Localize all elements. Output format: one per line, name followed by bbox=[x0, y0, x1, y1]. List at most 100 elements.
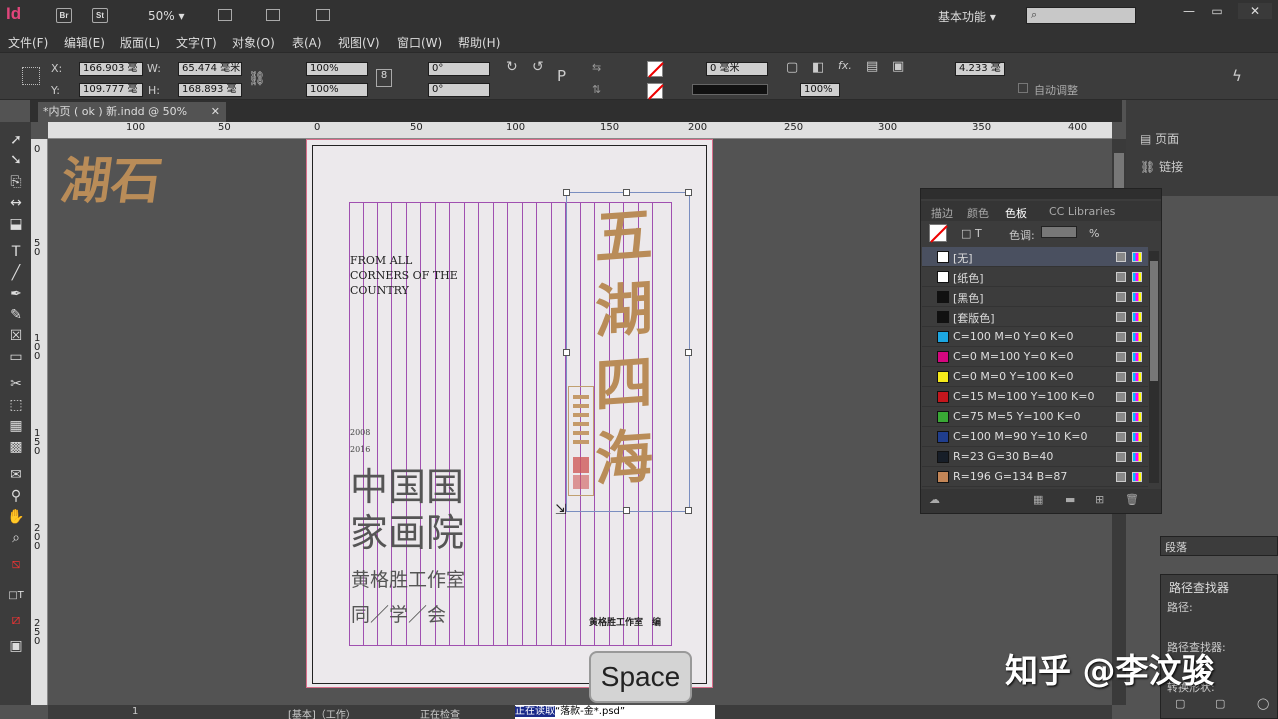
resize-handle[interactable] bbox=[563, 349, 570, 356]
swatch-row[interactable]: C=15 M=100 Y=100 K=0 bbox=[922, 387, 1148, 407]
seal-frame[interactable] bbox=[568, 386, 594, 496]
search-input[interactable]: ⌕ bbox=[1026, 7, 1136, 24]
fill-stroke-icon[interactable]: ⧅ bbox=[7, 556, 25, 572]
arrange-documents-icon[interactable] bbox=[316, 9, 330, 21]
flip-vertical-icon[interactable]: ⇅ bbox=[592, 83, 601, 96]
swatch-row[interactable]: [套版色] bbox=[922, 307, 1148, 327]
swatch-row[interactable]: R=23 G=30 B=40 bbox=[922, 447, 1148, 467]
fill-stroke-icon[interactable] bbox=[929, 224, 948, 243]
tab-swatches[interactable]: 色板 bbox=[1005, 205, 1027, 221]
menu-edit[interactable]: 编辑(E) bbox=[64, 34, 105, 51]
formatting-affects-icon[interactable]: □T bbox=[7, 590, 25, 601]
rectangle-frame-tool-icon[interactable]: ☒ bbox=[7, 328, 25, 344]
new-group-icon[interactable]: ▬ bbox=[1065, 493, 1075, 506]
reference-point-icon[interactable] bbox=[22, 67, 40, 85]
auto-fit-checkbox[interactable] bbox=[1018, 83, 1028, 93]
rounded-rect-shape-icon[interactable]: ▢ bbox=[1215, 697, 1225, 710]
scissors-tool-icon[interactable]: ✂ bbox=[7, 376, 25, 392]
links-panel-tab[interactable]: ⛓ 链接 bbox=[1140, 158, 1183, 175]
tab-color[interactable]: 颜色 bbox=[967, 205, 989, 221]
apply-none-icon[interactable]: ⧄ bbox=[7, 612, 25, 628]
constrain-proportions-icon[interactable]: 8 bbox=[376, 69, 392, 87]
stock-button[interactable]: St bbox=[92, 8, 108, 23]
classmates-text[interactable]: 同／学／会 bbox=[351, 600, 446, 627]
menu-help[interactable]: 帮助(H) bbox=[458, 34, 500, 51]
tint-field[interactable] bbox=[1041, 226, 1077, 238]
swatch-row[interactable]: C=100 M=0 Y=0 K=0 bbox=[922, 327, 1148, 347]
new-swatch-icon[interactable]: ⊞ bbox=[1095, 493, 1104, 506]
resize-handle[interactable] bbox=[623, 189, 630, 196]
select-container-icon[interactable]: P bbox=[557, 67, 566, 85]
zoom-level[interactable]: 50% ▾ bbox=[148, 9, 185, 23]
x-field[interactable]: 166.903 毫 bbox=[79, 62, 143, 76]
cloud-icon[interactable]: ☁ bbox=[929, 493, 940, 506]
swatch-row[interactable]: [无] bbox=[922, 247, 1148, 267]
opacity-field[interactable]: 100% bbox=[800, 83, 840, 97]
menu-layout[interactable]: 版面(L) bbox=[120, 34, 160, 51]
pages-panel-tab[interactable]: ▤ 页面 bbox=[1140, 130, 1179, 147]
container-icon[interactable]: □ bbox=[961, 227, 971, 240]
editor-credit[interactable]: 黄格胜工作室 编 bbox=[589, 615, 661, 628]
stroke-weight-field[interactable]: 0 毫米 bbox=[706, 62, 768, 76]
swatch-row[interactable]: C=0 M=100 Y=0 K=0 bbox=[922, 347, 1148, 367]
screen-mode-tool-icon[interactable]: ▣ bbox=[7, 638, 25, 654]
show-swatch-kinds-icon[interactable]: ▦ bbox=[1033, 493, 1043, 506]
shadow-icon[interactable]: ◧ bbox=[812, 60, 824, 75]
swatch-row[interactable]: R=196 G=134 B=87 bbox=[922, 467, 1148, 487]
ellipse-shape-icon[interactable]: ◯ bbox=[1257, 697, 1269, 710]
rotate-cw-icon[interactable]: ↻ bbox=[506, 59, 518, 75]
document-page[interactable]: FROM ALL CORNERS OF THE COUNTRY 2008 201… bbox=[306, 139, 713, 688]
y-field[interactable]: 109.777 毫 bbox=[79, 83, 143, 97]
resize-handle[interactable] bbox=[563, 189, 570, 196]
minimize-button[interactable]: — bbox=[1176, 3, 1202, 19]
selection-tool-icon[interactable]: ➚ bbox=[7, 132, 25, 148]
tab-stroke[interactable]: 描边 bbox=[931, 205, 953, 221]
stroke-type-select[interactable] bbox=[692, 84, 768, 95]
effects-label[interactable]: fx. bbox=[838, 59, 852, 72]
swatch-scrollbar[interactable] bbox=[1149, 251, 1159, 483]
menu-table[interactable]: 表(A) bbox=[292, 34, 322, 51]
maximize-button[interactable]: ▭ bbox=[1204, 3, 1230, 19]
resize-handle[interactable] bbox=[685, 349, 692, 356]
constrain-link-icon[interactable]: ⛓ bbox=[248, 71, 266, 87]
gradient-feather-tool-icon[interactable]: ▩ bbox=[7, 439, 25, 455]
quick-apply-icon[interactable]: ϟ bbox=[1232, 67, 1242, 85]
content-collector-icon[interactable]: ⬓ bbox=[7, 216, 25, 232]
line-tool-icon[interactable]: ╱ bbox=[7, 265, 25, 281]
swatch-row[interactable]: C=0 M=0 Y=100 K=0 bbox=[922, 367, 1148, 387]
bridge-button[interactable]: Br bbox=[56, 8, 72, 23]
swatch-row[interactable]: C=100 M=90 Y=10 K=0 bbox=[922, 427, 1148, 447]
menu-window[interactable]: 窗口(W) bbox=[397, 34, 442, 51]
workspace-switcher[interactable]: 基本功能 ▾ bbox=[938, 8, 996, 25]
document-tab[interactable]: *内页 ( ok ) 新.indd @ 50% ✕ bbox=[38, 102, 226, 122]
close-tab-icon[interactable]: ✕ bbox=[211, 102, 220, 122]
type-tool-icon[interactable]: T bbox=[7, 244, 25, 260]
rotate-ccw-icon[interactable]: ↺ bbox=[532, 59, 544, 75]
fill-swatch-icon[interactable] bbox=[647, 61, 664, 78]
swatch-row[interactable]: [纸色] bbox=[922, 267, 1148, 287]
delete-swatch-icon[interactable]: 🗑 bbox=[1125, 493, 1139, 506]
gradient-tool-icon[interactable]: ▦ bbox=[7, 418, 25, 434]
pencil-tool-icon[interactable]: ✎ bbox=[7, 307, 25, 323]
note-tool-icon[interactable]: ✉ bbox=[7, 467, 25, 483]
tab-cc-libraries[interactable]: CC Libraries bbox=[1049, 205, 1115, 218]
menu-type[interactable]: 文字(T) bbox=[176, 34, 217, 51]
swatch-row[interactable]: C=75 M=5 Y=100 K=0 bbox=[922, 407, 1148, 427]
swatch-row[interactable]: [黑色] bbox=[922, 287, 1148, 307]
studio-name[interactable]: 黄格胜工作室 bbox=[351, 565, 465, 592]
scale-x-field[interactable]: 100% bbox=[306, 62, 368, 76]
hand-tool-icon[interactable]: ✋ bbox=[7, 509, 25, 525]
paragraph-panel[interactable]: 段落 bbox=[1160, 536, 1278, 556]
gap-tool-icon[interactable]: ↔ bbox=[7, 195, 25, 211]
text-icon[interactable]: T bbox=[975, 227, 982, 240]
frame-fitting-field[interactable]: 4.233 毫 bbox=[955, 62, 1005, 76]
text-wrap-icon[interactable]: ▤ bbox=[866, 59, 878, 74]
close-button[interactable]: ✕ bbox=[1238, 3, 1272, 19]
pen-tool-icon[interactable]: ✒ bbox=[7, 286, 25, 302]
stroke-swatch-icon[interactable] bbox=[647, 83, 664, 100]
resize-handle[interactable] bbox=[685, 507, 692, 514]
menu-file[interactable]: 文件(F) bbox=[8, 34, 48, 51]
direct-selection-tool-icon[interactable]: ➘ bbox=[7, 152, 25, 168]
rectangle-tool-icon[interactable]: ▭ bbox=[7, 349, 25, 365]
free-transform-tool-icon[interactable]: ⬚ bbox=[7, 397, 25, 413]
